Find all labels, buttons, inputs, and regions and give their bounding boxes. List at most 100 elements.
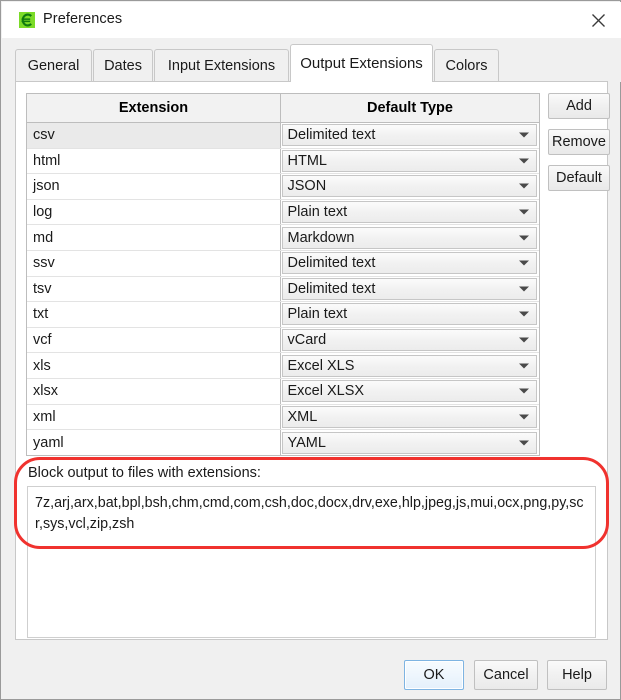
default-type-dropdown[interactable]: Delimited text [281, 277, 537, 300]
cell-extension[interactable]: xls [27, 353, 281, 378]
default-type-dropdown[interactable]: Plain text [281, 201, 537, 224]
column-header-extension[interactable]: Extension [27, 94, 281, 122]
block-output-input[interactable]: 7z,arj,arx,bat,bpl,bsh,chm,cmd,com,csh,d… [27, 486, 596, 638]
default-type-value: vCard [287, 332, 327, 349]
default-type-dropdown[interactable]: vCard [281, 329, 537, 352]
cell-extension[interactable]: log [27, 199, 281, 225]
euro-sign-icon [19, 12, 35, 28]
cell-default-type: vCard [281, 328, 539, 353]
default-button[interactable]: Default [548, 165, 610, 191]
default-type-dropdown[interactable]: Plain text [281, 303, 537, 326]
default-type-dropdown[interactable]: JSON [281, 175, 537, 198]
chevron-down-icon[interactable] [519, 158, 529, 164]
add-button[interactable]: Add [548, 93, 610, 119]
chevron-down-icon[interactable] [519, 440, 529, 446]
table-row[interactable]: md Markdown [27, 225, 539, 251]
table-body: csv Delimited text html HTML json JSON log Plai… [27, 123, 539, 455]
cell-extension[interactable]: json [27, 174, 281, 199]
default-type-value: Plain text [287, 204, 348, 221]
default-type-dropdown[interactable]: XML [281, 405, 537, 428]
extensions-table: Extension Default Type csv Delimited text… [26, 93, 540, 456]
cell-default-type: Delimited text [281, 123, 539, 148]
tab-general[interactable]: General [15, 49, 92, 82]
table-row[interactable]: vcf vCard [27, 327, 539, 354]
table-row[interactable]: xls Excel XLS [27, 353, 539, 379]
default-type-value: XML [287, 408, 318, 425]
cell-default-type: HTML [281, 149, 539, 174]
default-type-dropdown[interactable]: Markdown [281, 226, 537, 249]
title-bar: Preferences [2, 2, 621, 39]
default-type-value: Excel XLS [287, 357, 355, 374]
chevron-down-icon[interactable] [519, 260, 529, 266]
table-row[interactable]: csv Delimited text [27, 123, 539, 149]
default-type-dropdown[interactable]: Excel XLSX [281, 380, 537, 403]
block-output-label: Block output to files with extensions: [28, 465, 261, 481]
default-type-dropdown[interactable]: Excel XLS [281, 354, 537, 377]
cell-default-type: Plain text [281, 200, 539, 225]
table-header-row: Extension Default Type [27, 94, 539, 123]
default-type-value: Delimited text [287, 280, 376, 297]
tab-bar: General Dates Input Extensions Output Exten… [2, 38, 621, 82]
tab-input-extensions[interactable]: Input Extensions [154, 49, 289, 82]
cell-extension[interactable]: html [27, 148, 281, 174]
tab-colors[interactable]: Colors [434, 49, 499, 82]
chevron-down-icon[interactable] [519, 337, 529, 343]
default-type-value: JSON [287, 178, 327, 195]
cell-extension[interactable]: tsv [27, 276, 281, 302]
table-action-buttons: Add Remove Default [548, 93, 610, 201]
cell-extension[interactable]: md [27, 225, 281, 250]
tab-page-output-extensions: Extension Default Type csv Delimited text… [15, 81, 610, 640]
cell-default-type: Excel XLSX [281, 379, 539, 404]
remove-button[interactable]: Remove [548, 129, 610, 155]
cell-default-type: JSON [281, 174, 539, 199]
default-type-value: HTML [287, 152, 327, 169]
cell-default-type: Plain text [281, 302, 539, 327]
cell-default-type: XML [281, 405, 539, 430]
default-type-dropdown[interactable]: YAML [281, 431, 537, 454]
cell-extension[interactable]: txt [27, 302, 281, 327]
chevron-down-icon[interactable] [519, 132, 529, 138]
cell-default-type: Delimited text [281, 277, 539, 302]
table-row[interactable]: json JSON [27, 174, 539, 200]
preferences-window: Preferences General Dates Input Extensions… [0, 0, 621, 700]
chevron-down-icon[interactable] [519, 363, 529, 369]
help-button[interactable]: Help [547, 660, 607, 690]
cell-default-type: YAML [281, 430, 539, 455]
default-type-value: Plain text [287, 306, 348, 323]
table-row[interactable]: tsv Delimited text [27, 276, 539, 303]
chevron-down-icon[interactable] [519, 286, 529, 292]
chevron-down-icon[interactable] [519, 235, 529, 241]
table-row[interactable]: log Plain text [27, 199, 539, 226]
table-row[interactable]: yaml YAML [27, 430, 539, 455]
ok-button[interactable]: OK [404, 660, 464, 690]
table-row[interactable]: txt Plain text [27, 302, 539, 328]
close-icon[interactable] [575, 2, 621, 38]
tab-dates[interactable]: Dates [93, 49, 153, 82]
default-type-dropdown[interactable]: HTML [281, 149, 537, 172]
table-row[interactable]: ssv Delimited text [27, 250, 539, 277]
cell-extension[interactable]: xml [27, 404, 281, 430]
table-row[interactable]: html HTML [27, 148, 539, 175]
cancel-button[interactable]: Cancel [474, 660, 538, 690]
chevron-down-icon[interactable] [519, 311, 529, 317]
cell-extension[interactable]: vcf [27, 327, 281, 353]
cell-default-type: Delimited text [281, 251, 539, 276]
default-type-value: Markdown [287, 229, 355, 246]
table-row[interactable]: xml XML [27, 404, 539, 431]
cell-extension[interactable]: xlsx [27, 378, 281, 404]
default-type-dropdown[interactable]: Delimited text [281, 252, 537, 275]
window-title: Preferences [43, 11, 123, 27]
default-type-dropdown[interactable]: Delimited text [281, 124, 537, 147]
cell-extension[interactable]: ssv [27, 250, 281, 276]
tab-output-extensions[interactable]: Output Extensions [290, 44, 433, 82]
cell-extension[interactable]: csv [27, 123, 281, 148]
table-row[interactable]: xlsx Excel XLSX [27, 378, 539, 405]
column-header-default-type[interactable]: Default Type [281, 94, 539, 122]
chevron-down-icon[interactable] [519, 209, 529, 215]
chevron-down-icon[interactable] [519, 414, 529, 420]
cell-extension[interactable]: yaml [27, 430, 281, 455]
default-type-value: YAML [287, 434, 326, 451]
chevron-down-icon[interactable] [519, 183, 529, 189]
chevron-down-icon[interactable] [519, 388, 529, 394]
cell-default-type: Excel XLS [281, 353, 539, 378]
